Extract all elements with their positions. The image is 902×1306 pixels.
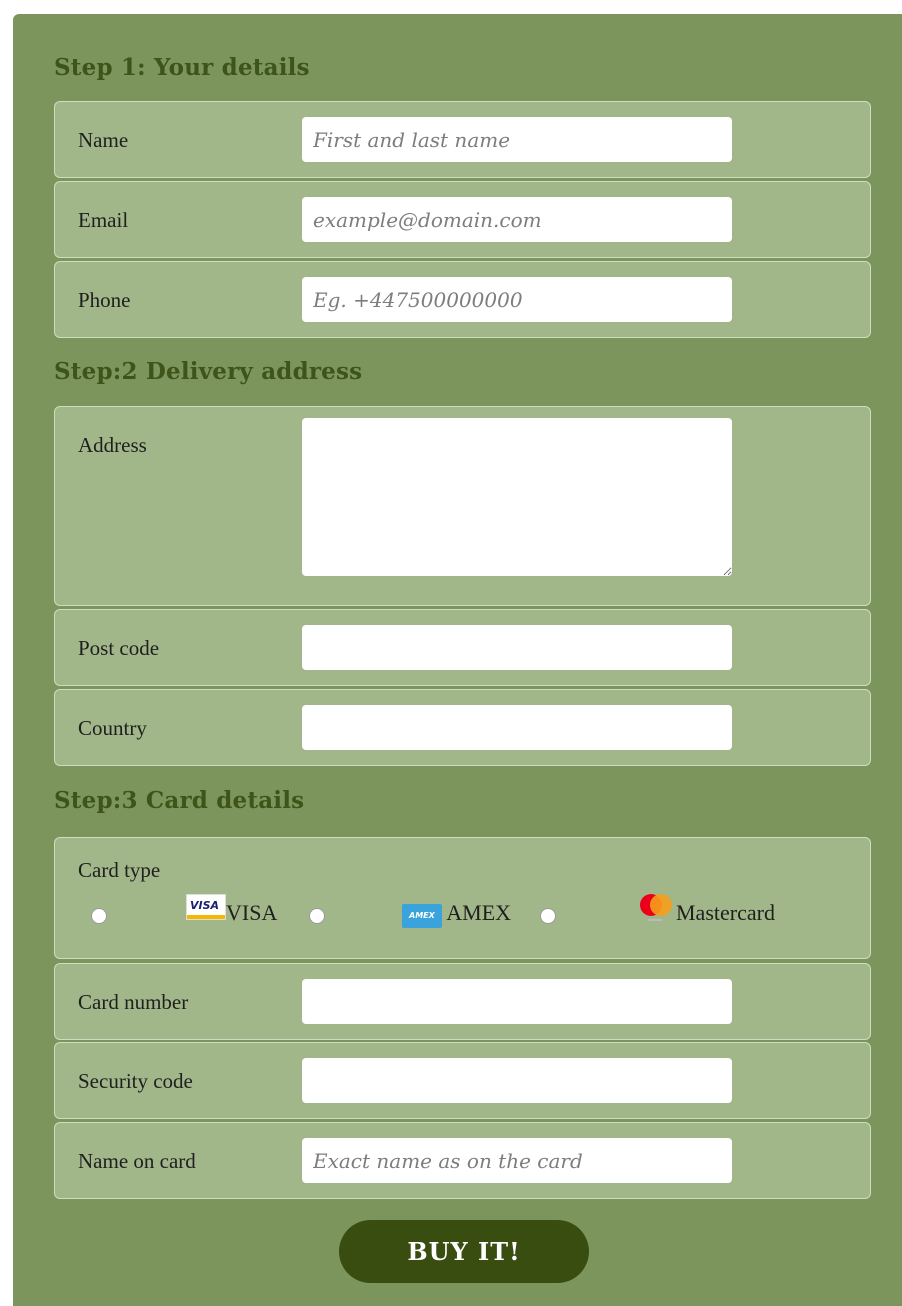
postcode-input[interactable] (302, 625, 732, 670)
postcode-label: Post code (78, 636, 160, 660)
mastercard-option[interactable]: Mastercard (636, 894, 775, 934)
name-on-card-input[interactable] (302, 1138, 732, 1183)
postcode-row: Post code (54, 609, 871, 686)
security-code-row: Security code (54, 1042, 871, 1119)
email-input[interactable] (302, 197, 732, 242)
card-number-label: Card number (78, 990, 189, 1014)
phone-label: Phone (78, 288, 131, 312)
address-label: Address (78, 433, 147, 457)
phone-row: Phone (54, 261, 871, 338)
visa-icon: VISA (186, 894, 226, 920)
visa-label: VISA (226, 900, 278, 925)
card-type-row: Card type VISA VISA AMEX AMEX Mastercard (54, 837, 871, 959)
card-number-row: Card number (54, 963, 871, 1040)
amex-icon: AMEX (402, 904, 442, 928)
address-row: Address (54, 406, 871, 606)
name-label: Name (78, 128, 129, 152)
mastercard-radio[interactable] (540, 908, 556, 924)
order-form: Step 1: Your details Name Email Phone St… (13, 14, 902, 1306)
country-input[interactable] (302, 705, 732, 750)
security-code-label: Security code (78, 1069, 193, 1093)
card-number-input[interactable] (302, 979, 732, 1024)
amex-radio[interactable] (309, 908, 325, 924)
visa-option[interactable]: VISA VISA (186, 894, 278, 926)
step3-title: Step:3 Card details (54, 787, 305, 814)
card-type-label: Card type (78, 858, 161, 882)
phone-input[interactable] (302, 277, 732, 322)
visa-radio[interactable] (91, 908, 107, 924)
card-type-options: VISA VISA AMEX AMEX Mastercard (55, 894, 870, 940)
address-textarea[interactable] (302, 418, 732, 576)
amex-option[interactable]: AMEX AMEX (402, 900, 512, 928)
name-on-card-row: Name on card (54, 1122, 871, 1199)
mastercard-label: Mastercard (676, 900, 775, 925)
mastercard-icon (636, 894, 676, 928)
country-label: Country (78, 716, 147, 740)
name-row: Name (54, 101, 871, 178)
email-label: Email (78, 208, 129, 232)
step2-title: Step:2 Delivery address (54, 358, 363, 385)
country-row: Country (54, 689, 871, 766)
amex-label: AMEX (446, 900, 512, 925)
email-row: Email (54, 181, 871, 258)
name-input[interactable] (302, 117, 732, 162)
step1-title: Step 1: Your details (54, 54, 310, 81)
buy-button[interactable]: BUY IT! (339, 1220, 589, 1283)
security-code-input[interactable] (302, 1058, 732, 1103)
name-on-card-label: Name on card (78, 1149, 196, 1173)
